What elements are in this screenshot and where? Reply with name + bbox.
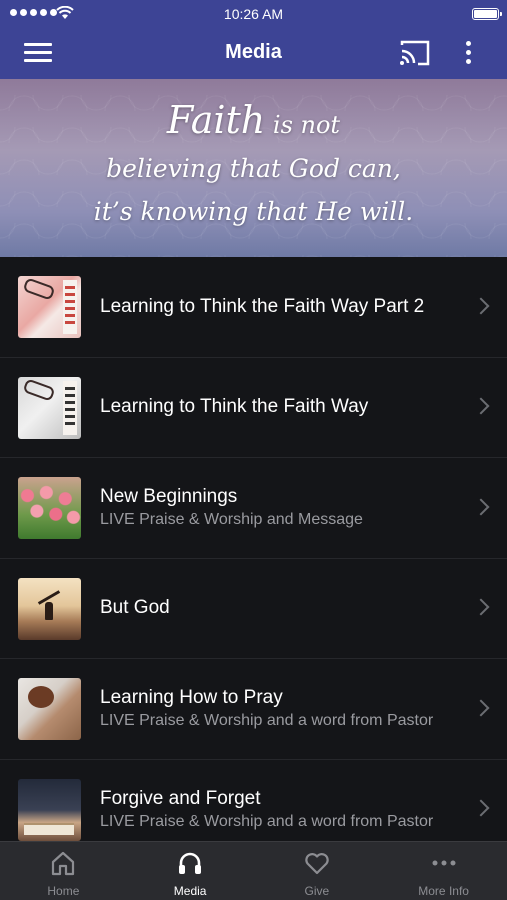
battery-icon	[472, 8, 502, 20]
quote-emphasis: Faith	[166, 98, 266, 142]
media-thumbnail	[18, 678, 81, 740]
more-options-button[interactable]	[458, 38, 478, 68]
media-item-title: Forgive and Forget	[100, 787, 261, 809]
media-item[interactable]: Learning to Think the Faith Way	[0, 358, 507, 458]
media-item-title: New Beginnings	[100, 486, 238, 508]
home-icon	[52, 851, 75, 876]
media-thumbnail	[18, 276, 81, 338]
chevron-right-icon	[472, 498, 490, 516]
media-thumbnail	[18, 778, 81, 841]
media-item[interactable]: But God	[0, 559, 507, 659]
cast-icon	[400, 40, 430, 66]
media-item-subtitle: LIVE Praise & Worship and a word from Pa…	[100, 712, 434, 730]
chevron-right-icon	[472, 799, 490, 817]
bottom-tab-bar: Home Media Give More Info	[0, 841, 507, 900]
media-item[interactable]: Learning to Think the Faith Way Part 2	[0, 257, 507, 358]
tab-home[interactable]: Home	[0, 842, 127, 900]
tab-give[interactable]: Give	[254, 842, 381, 900]
media-item-title: Learning How to Pray	[100, 687, 283, 709]
chevron-right-icon	[472, 699, 490, 717]
media-item[interactable]: Learning How to Pray LIVE Praise & Worsh…	[0, 659, 507, 760]
tab-more-info[interactable]: More Info	[380, 842, 507, 900]
chevron-right-icon	[472, 297, 490, 315]
tab-label: More Info	[418, 884, 469, 898]
navigation-bar: Media	[0, 28, 507, 79]
media-item-title: But God	[100, 597, 170, 619]
tab-label: Give	[304, 884, 330, 898]
cast-button[interactable]	[398, 38, 432, 68]
tab-media[interactable]: Media	[127, 842, 254, 900]
media-item-title: Learning to Think the Faith Way	[100, 396, 369, 418]
chevron-right-icon	[472, 397, 490, 415]
heart-icon	[305, 853, 329, 875]
quote-line3: it’s knowing that He will.	[93, 197, 414, 226]
tab-label: Media	[173, 884, 207, 898]
media-thumbnail	[18, 376, 81, 439]
media-item[interactable]: Forgive and Forget LIVE Praise & Worship…	[0, 760, 507, 842]
status-bar: 10:26 AM	[0, 0, 507, 28]
headphones-icon	[179, 852, 202, 874]
media-list: Learning to Think the Faith Way Part 2 L…	[0, 257, 507, 841]
status-time: 10:26 AM	[223, 6, 284, 22]
media-item-subtitle: LIVE Praise & Worship and a word from Pa…	[100, 812, 434, 830]
media-item-subtitle: LIVE Praise & Worship and Message	[100, 511, 363, 529]
quote-line2: believing that God can,	[106, 154, 401, 183]
media-thumbnail	[18, 577, 81, 640]
chevron-right-icon	[472, 598, 490, 616]
quote-line1-rest: is not	[265, 111, 341, 139]
top-bar: 10:26 AM Media	[0, 0, 507, 79]
banner-quote: Faith is not believing that God can, it’…	[0, 97, 507, 234]
tab-label: Home	[47, 884, 80, 898]
more-dots-icon	[432, 860, 456, 866]
faith-quote-banner: Faith is not believing that God can, it’…	[0, 79, 507, 257]
media-item[interactable]: New Beginnings LIVE Praise & Worship and…	[0, 458, 507, 559]
media-thumbnail	[18, 477, 81, 539]
media-item-title: Learning to Think the Faith Way Part 2	[100, 295, 425, 317]
